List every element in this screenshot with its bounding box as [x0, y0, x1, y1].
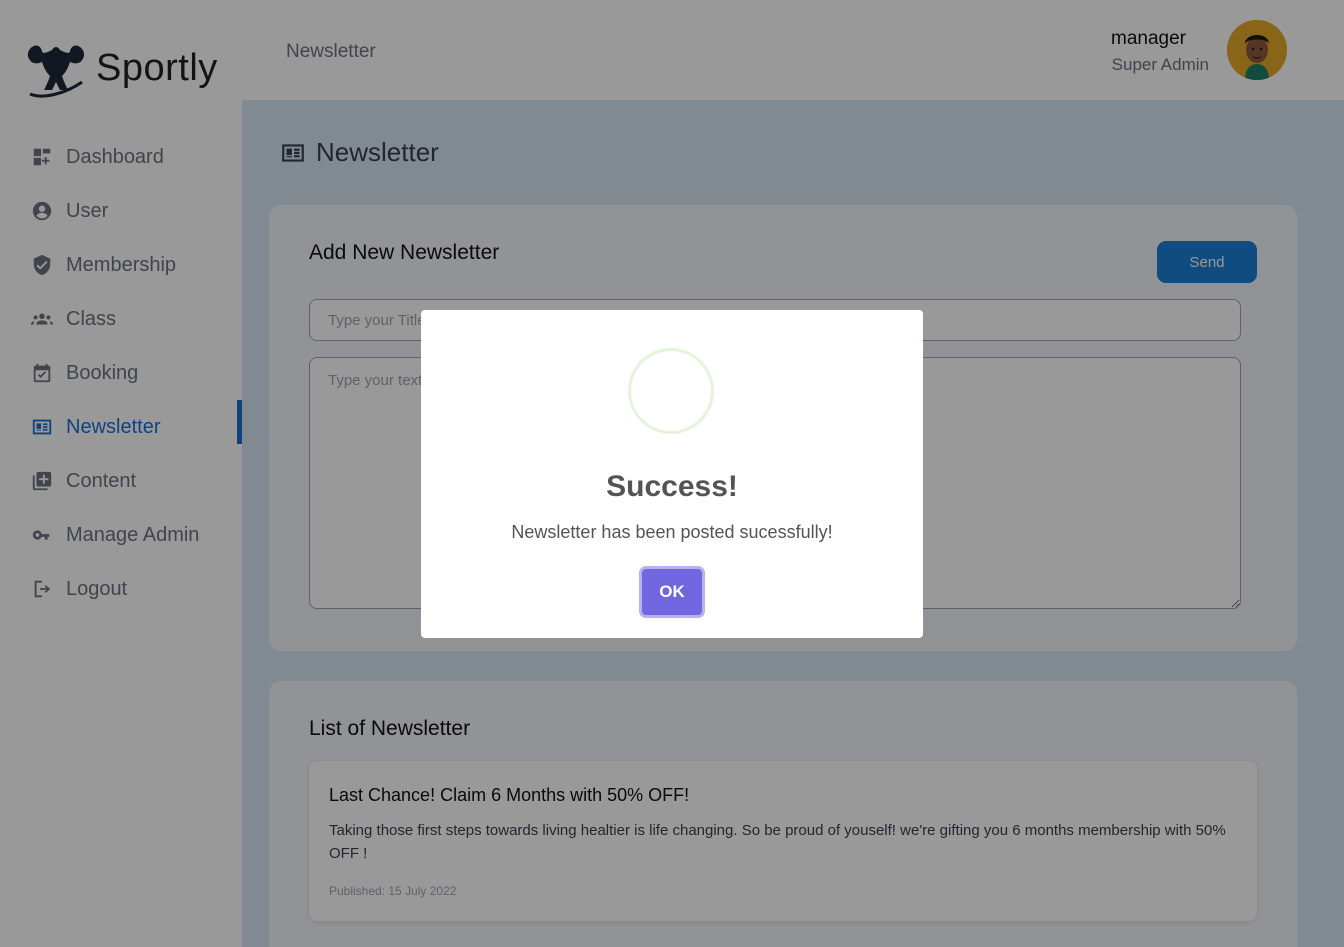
- dialog-title: Success!: [606, 470, 738, 503]
- modal-backdrop[interactable]: Success! Newsletter has been posted suce…: [0, 0, 1344, 947]
- success-dialog: Success! Newsletter has been posted suce…: [421, 310, 923, 638]
- dialog-message: Newsletter has been posted sucessfully!: [511, 522, 833, 542]
- success-icon: [628, 348, 714, 434]
- ok-button[interactable]: OK: [642, 569, 702, 615]
